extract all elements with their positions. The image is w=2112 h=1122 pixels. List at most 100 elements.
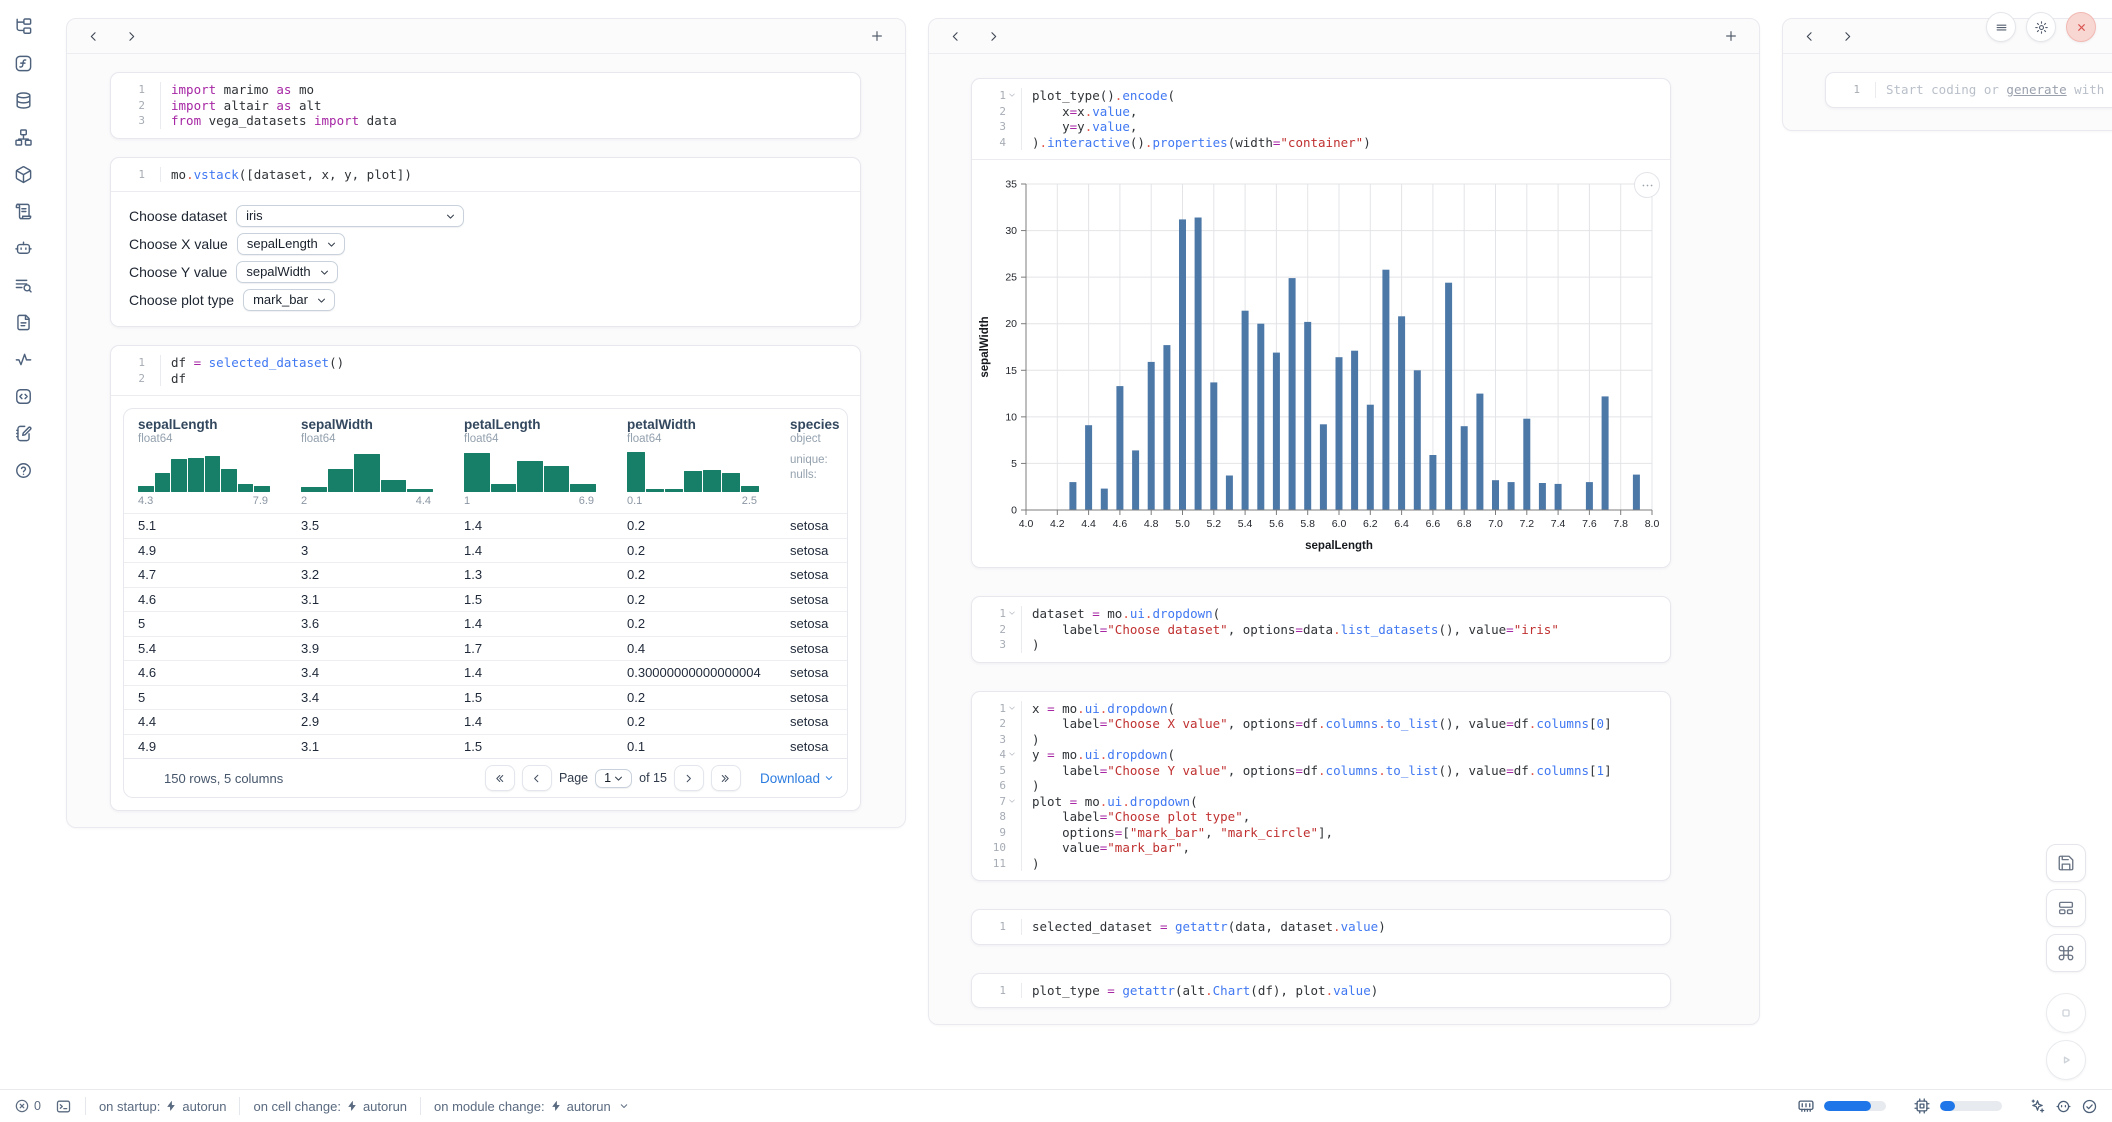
table-row[interactable]: 4.93.11.50.1setosa [124,734,847,759]
column-histogram[interactable] [301,450,433,492]
sidebar-item-documentation[interactable] [9,310,37,338]
table-row[interactable]: 4.73.21.30.2setosa [124,562,847,587]
close-button[interactable] [2066,12,2096,42]
code-line: 7plot = mo.ui.dropdown( [972,794,1660,810]
cell-chart: 1plot_type().encode(2 x=x.value,3 y=y.va… [971,78,1671,568]
column-prev-button[interactable] [1797,24,1821,48]
sidebar-item-dependencies[interactable] [9,125,37,153]
table-row[interactable]: 53.61.40.2setosa [124,611,847,636]
copilot-button[interactable] [2055,1098,2072,1115]
table-row[interactable]: 4.42.91.40.2setosa [124,709,847,734]
column-prev-button[interactable] [943,24,967,48]
table-row[interactable]: 53.41.50.2setosa [124,685,847,710]
column-histogram[interactable] [627,450,759,492]
sidebar-item-logs[interactable] [9,273,37,301]
chevron-left-icon [1802,29,1817,44]
add-cell-button[interactable] [1719,24,1743,48]
table-row[interactable]: 4.63.11.50.2setosa [124,587,847,612]
sidebar-item-scripts[interactable] [9,199,37,227]
column-histogram[interactable] [464,450,596,492]
ai-assistant-button[interactable] [2029,1098,2046,1115]
fold-chevron-icon[interactable] [1007,749,1018,760]
code-editor[interactable]: 1dataset = mo.ui.dropdown(2 label="Choos… [972,597,1670,662]
notebook-pen-icon [14,424,33,446]
chart-actions-button[interactable] [1634,172,1660,198]
line-number: 2 [972,104,1021,120]
choose-y-value-select[interactable]: sepalWidth [236,261,338,283]
column-header-petalWidth[interactable]: petalWidthfloat640.12.5 [613,409,776,513]
errors-indicator[interactable]: 0 [14,1098,41,1114]
table-row[interactable]: 5.13.51.40.2setosa [124,513,847,538]
line-number: 2 [111,98,160,114]
table-cell: 4.7 [124,567,287,582]
column-prev-button[interactable] [81,24,105,48]
table-search-button[interactable] [136,770,152,786]
connection-status-button[interactable] [2081,1098,2098,1115]
sidebar-item-help[interactable] [9,458,37,486]
column-header-petalLength[interactable]: petalLengthfloat6416.9 [450,409,613,513]
sidebar-item-datasources[interactable] [9,88,37,116]
svg-text:35: 35 [1005,179,1017,191]
code-editor[interactable]: 1plot_type().encode(2 x=x.value,3 y=y.va… [972,79,1670,159]
generate-with-ai-link[interactable]: generate [2006,82,2066,97]
settings-button[interactable] [2026,12,2056,42]
runtime-setting[interactable]: on cell change:autorun [253,1099,407,1114]
sidebar-item-tracebacks[interactable] [9,347,37,375]
column-header-species[interactable]: speciesobjectunique:nulls: [776,409,848,513]
stop-button[interactable] [2046,993,2086,1033]
fold-chevron-icon[interactable] [1007,796,1018,807]
next-page-button[interactable] [674,765,704,791]
add-cell-button[interactable] [865,24,889,48]
code-editor[interactable]: 1import marimo as mo2import altair as al… [111,73,860,138]
sidebar-item-packages[interactable] [9,162,37,190]
line-number: 2 [111,371,160,387]
download-button[interactable]: Download [760,771,835,786]
code-line: 1mo.vstack([dataset, x, y, plot]) [111,167,850,183]
table-row[interactable]: 4.931.40.2setosa [124,538,847,563]
runtime-setting[interactable]: on startup:autorun [99,1099,227,1114]
menu-button[interactable] [1986,12,2016,42]
fold-chevron-icon[interactable] [1007,90,1018,101]
table-cell: 1.4 [450,616,613,631]
column-next-button[interactable] [981,24,1005,48]
code-editor[interactable]: 1Start coding or generate with AI. [1826,73,2112,107]
fold-chevron-icon[interactable] [1007,608,1018,619]
altair-bar-chart[interactable]: 4.04.24.44.64.85.05.25.45.65.86.06.26.46… [976,172,1666,558]
save-button[interactable] [2046,844,2086,882]
terminal-button[interactable] [55,1098,72,1115]
column-next-button[interactable] [119,24,143,48]
column-header-sepalLength[interactable]: sepalLengthfloat644.37.9 [124,409,287,513]
column-header-sepalWidth[interactable]: sepalWidthfloat6424.4 [287,409,450,513]
code-editor[interactable]: 1selected_dataset = getattr(data, datase… [972,910,1670,944]
line-number: 1 [111,355,160,371]
choose-dataset-select[interactable]: iris [236,205,464,227]
separator [85,1097,86,1115]
column-histogram[interactable] [138,450,270,492]
sidebar-item-file-explorer[interactable] [9,14,37,42]
code-editor[interactable]: 1df = selected_dataset()2df [111,346,860,395]
last-page-button[interactable] [711,765,741,791]
table-row[interactable]: 4.63.41.40.30000000000000004setosa [124,660,847,685]
sidebar-item-scratchpad[interactable] [9,421,37,449]
table-footer: 150 rows, 5 columns Page 1 of 15 [124,758,847,797]
layout-button[interactable] [2046,889,2086,927]
code-editor[interactable]: 1x = mo.ui.dropdown(2 label="Choose X va… [972,692,1670,881]
first-page-button[interactable] [485,765,515,791]
fold-chevron-icon[interactable] [1007,703,1018,714]
sidebar-item-variables[interactable] [9,51,37,79]
code-editor[interactable]: 1plot_type = getattr(alt.Chart(df), plot… [972,974,1670,1008]
table-cell: 3.1 [287,739,450,754]
runtime-setting[interactable]: on module change:autorun [434,1099,630,1114]
sidebar-item-snippets[interactable] [9,384,37,412]
column-next-button[interactable] [1835,24,1859,48]
choose-plot-type-select[interactable]: mark_bar [243,289,335,311]
run-button[interactable] [2046,1040,2086,1080]
page-select[interactable]: 1 [595,769,632,788]
sidebar-item-chat[interactable] [9,236,37,264]
code-editor[interactable]: 1mo.vstack([dataset, x, y, plot]) [111,158,860,192]
code-line: 2 label="Choose X value", options=df.col… [972,716,1660,732]
choose-x-value-select[interactable]: sepalLength [237,233,345,255]
prev-page-button[interactable] [522,765,552,791]
table-row[interactable]: 5.43.91.70.4setosa [124,636,847,661]
shortcuts-button[interactable] [2046,934,2086,972]
